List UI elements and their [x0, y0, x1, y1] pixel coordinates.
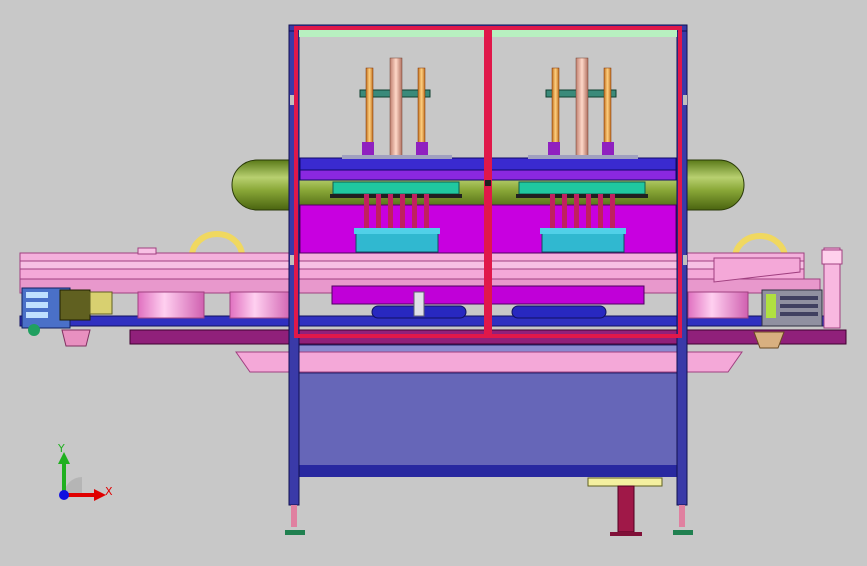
leveling-feet	[285, 477, 693, 536]
cad-viewport[interactable]: Y X	[0, 0, 867, 562]
coordinate-triad: Y X	[57, 442, 113, 501]
x-axis-label: X	[105, 485, 113, 498]
machine-drawing	[19, 24, 847, 536]
hopper-tray	[235, 351, 743, 373]
y-axis-label: Y	[57, 442, 65, 455]
origin-marker	[59, 490, 69, 500]
